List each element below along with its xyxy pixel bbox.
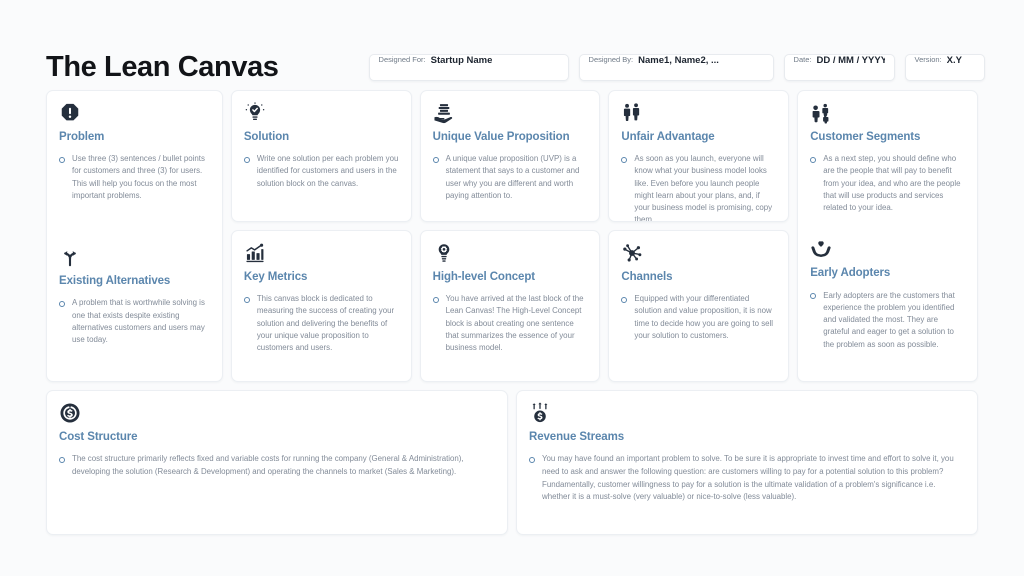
column-problem: Problem Use three (3) sentences / bullet… bbox=[46, 90, 223, 382]
block-existing-alternatives: Existing Alternatives A problem that is … bbox=[59, 246, 210, 346]
bullet-dot-icon bbox=[810, 156, 817, 163]
date-label: Date: bbox=[793, 54, 812, 64]
bullet-existing-alternatives: A problem that is worthwhile solving is … bbox=[59, 297, 210, 346]
block-title-revenue-streams: Revenue Streams bbox=[529, 431, 625, 443]
card-unique-value-proposition[interactable]: Unique Value Proposition A unique value … bbox=[419, 90, 601, 222]
bullet-dot-icon bbox=[243, 296, 250, 303]
column-uvp: Unique Value Proposition A unique value … bbox=[419, 90, 601, 382]
bullet-unique-value-proposition: A unique value proposition (UVP) is a st… bbox=[432, 153, 588, 202]
block-text-existing-alternatives: A problem that is worthwhile solving is … bbox=[72, 298, 205, 345]
block-early-adopters: Early Adopters Early adopters are the cu… bbox=[810, 238, 965, 350]
bullet-problem: Use three (3) sentences / bullet points … bbox=[59, 153, 210, 202]
lightbulb-check-icon bbox=[244, 102, 266, 124]
column-customer-segments: Customer Segments As a next step, you sh… bbox=[797, 90, 978, 382]
bar-chart-growth-icon bbox=[244, 242, 266, 264]
designed-by-label: Designed By: bbox=[588, 54, 634, 64]
bullet-customer-segments: As a next step, you should define who ar… bbox=[810, 153, 965, 214]
bullet-dot-icon bbox=[621, 156, 628, 163]
bullet-unfair-advantage: As soon as you launch, everyone will kno… bbox=[621, 153, 776, 222]
exclamation-octagon-icon bbox=[59, 102, 81, 124]
bullet-high-level-concept: You have arrived at the last block of th… bbox=[432, 293, 588, 354]
block-title-unfair-advantage: Unfair Advantage bbox=[621, 131, 715, 143]
block-text-key-metrics: This canvas block is dedicated to measur… bbox=[256, 294, 395, 353]
branching-arrows-icon bbox=[59, 246, 81, 268]
bullet-dot-icon bbox=[59, 300, 65, 307]
block-text-unique-value-proposition: A unique value proposition (UVP) is a st… bbox=[445, 154, 580, 200]
bullet-channels: Equipped with your differentiated soluti… bbox=[621, 293, 776, 342]
designed-for-value[interactable]: Startup Name bbox=[431, 55, 493, 66]
card-revenue-streams[interactable]: Revenue Streams You may have found an im… bbox=[516, 390, 978, 535]
block-text-revenue-streams: You may have found an important problem … bbox=[542, 454, 954, 502]
hand-holding-money-icon bbox=[433, 102, 455, 124]
crowd-people-icon bbox=[810, 102, 832, 124]
bullet-key-metrics: This canvas block is dedicated to measur… bbox=[243, 293, 399, 354]
block-text-high-level-concept: You have arrived at the last block of th… bbox=[445, 294, 584, 353]
canvas-top-row: Problem Use three (3) sentences / bullet… bbox=[46, 90, 978, 382]
date-value[interactable]: DD / MM / YYYY bbox=[816, 55, 884, 66]
block-title-customer-segments: Customer Segments bbox=[810, 131, 921, 143]
card-channels[interactable]: Channels Equipped with your differentiat… bbox=[608, 230, 790, 382]
bullet-solution: Write one solution per each problem you … bbox=[243, 153, 399, 190]
header-fields-group: Designed For: Startup Name Designed By: … bbox=[368, 53, 985, 81]
card-cost-structure[interactable]: Cost Structure The cost structure primar… bbox=[46, 390, 508, 535]
block-title-channels: Channels bbox=[621, 271, 673, 283]
date-field[interactable]: Date: DD / MM / YYYY bbox=[783, 53, 895, 81]
lean-canvas-page: The Lean Canvas Designed For: Startup Na… bbox=[0, 0, 1024, 576]
two-people-icon bbox=[621, 102, 643, 124]
column-unfair-advantage: Unfair Advantage As soon as you launch, … bbox=[608, 90, 790, 382]
lightbulb-gear-icon bbox=[433, 242, 455, 264]
designed-by-field[interactable]: Designed By: Name1, Name2, ... bbox=[578, 53, 774, 81]
version-field[interactable]: Version: X.Y bbox=[904, 53, 985, 81]
bullet-dot-icon bbox=[529, 456, 535, 463]
dollar-circle-chart-icon bbox=[59, 402, 81, 424]
network-hub-icon bbox=[621, 242, 643, 264]
canvas-grid: Problem Use three (3) sentences / bullet… bbox=[46, 90, 978, 535]
block-title-existing-alternatives: Existing Alternatives bbox=[59, 275, 171, 288]
card-problem-alternatives[interactable]: Problem Use three (3) sentences / bullet… bbox=[46, 90, 223, 382]
block-title-high-level-concept: High-level Concept bbox=[432, 271, 535, 283]
canvas-header: The Lean Canvas Designed For: Startup Na… bbox=[46, 44, 985, 90]
block-text-solution: Write one solution per each problem you … bbox=[256, 154, 399, 188]
block-text-cost-structure: The cost structure primarily reflects fi… bbox=[72, 454, 464, 476]
block-customer-segments: Customer Segments As a next step, you sh… bbox=[810, 102, 965, 214]
bullet-cost-structure: The cost structure primarily reflects fi… bbox=[59, 453, 493, 478]
bullet-dot-icon bbox=[432, 156, 439, 163]
block-title-solution: Solution bbox=[243, 131, 290, 143]
designed-for-label: Designed For: bbox=[378, 54, 426, 64]
money-growth-icon bbox=[529, 402, 551, 424]
block-title-problem: Problem bbox=[59, 131, 105, 143]
card-key-metrics[interactable]: Key Metrics This canvas block is dedicat… bbox=[230, 230, 412, 382]
bullet-dot-icon bbox=[432, 296, 439, 303]
version-label: Version: bbox=[914, 54, 942, 64]
designed-for-field[interactable]: Designed For: Startup Name bbox=[368, 53, 569, 81]
hands-holding-heart-icon bbox=[810, 238, 832, 260]
canvas-bottom-row: Cost Structure The cost structure primar… bbox=[46, 390, 978, 535]
block-title-key-metrics: Key Metrics bbox=[243, 271, 308, 283]
bullet-dot-icon bbox=[59, 456, 65, 463]
block-text-unfair-advantage: As soon as you launch, everyone will kno… bbox=[634, 154, 773, 222]
card-unfair-advantage[interactable]: Unfair Advantage As soon as you launch, … bbox=[608, 90, 790, 222]
block-title-cost-structure: Cost Structure bbox=[59, 431, 138, 443]
bullet-dot-icon bbox=[621, 296, 628, 303]
block-text-customer-segments: As a next step, you should define who ar… bbox=[823, 154, 961, 213]
column-solution: Solution Write one solution per each pro… bbox=[230, 90, 412, 382]
block-title-early-adopters: Early Adopters bbox=[810, 267, 891, 280]
card-solution[interactable]: Solution Write one solution per each pro… bbox=[230, 90, 412, 222]
page-title: The Lean Canvas bbox=[46, 50, 279, 83]
block-text-problem: Use three (3) sentences / bullet points … bbox=[72, 154, 205, 200]
card-high-level-concept[interactable]: High-level Concept You have arrived at t… bbox=[419, 230, 601, 382]
card-segments-adopters[interactable]: Customer Segments As a next step, you sh… bbox=[797, 90, 978, 382]
designed-by-value[interactable]: Name1, Name2, ... bbox=[638, 55, 719, 66]
bullet-dot-icon bbox=[810, 293, 817, 300]
block-text-channels: Equipped with your differentiated soluti… bbox=[634, 294, 774, 340]
bullet-dot-icon bbox=[59, 156, 65, 163]
block-title-unique-value-proposition: Unique Value Proposition bbox=[432, 131, 570, 143]
bullet-dot-icon bbox=[243, 156, 250, 163]
bullet-early-adopters: Early adopters are the customers that ex… bbox=[810, 290, 965, 351]
block-problem: Problem Use three (3) sentences / bullet… bbox=[59, 102, 210, 202]
version-value[interactable]: X.Y bbox=[947, 55, 962, 66]
bullet-revenue-streams: You may have found an important problem … bbox=[529, 453, 963, 504]
block-text-early-adopters: Early adopters are the customers that ex… bbox=[823, 290, 955, 349]
